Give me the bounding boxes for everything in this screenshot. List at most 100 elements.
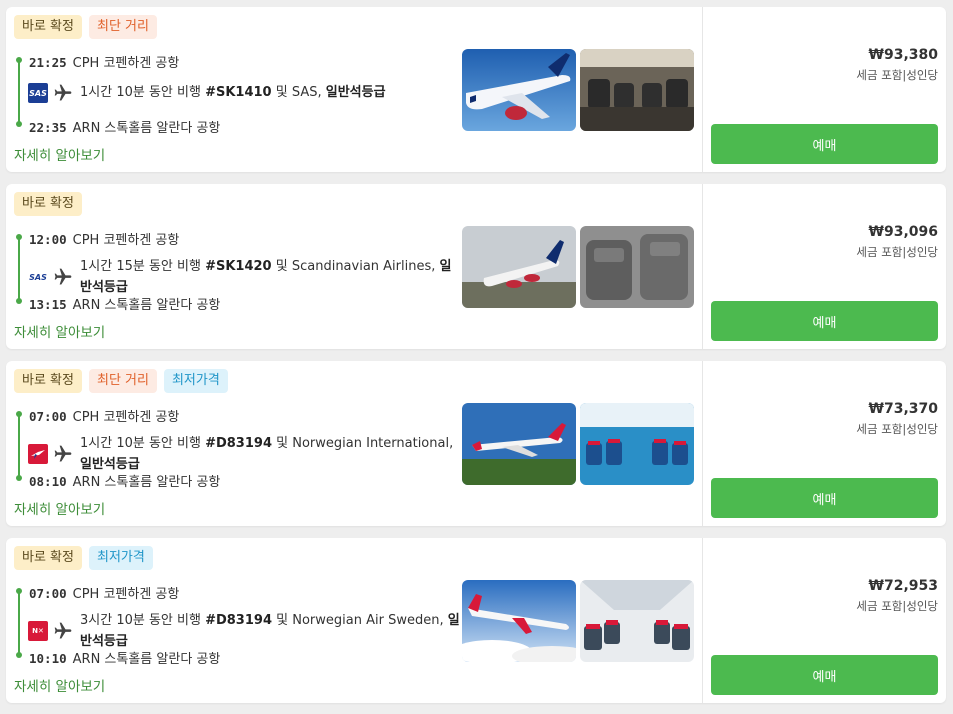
- aircraft-exterior-photo: [462, 226, 576, 308]
- flight-number: #SK1420: [205, 259, 272, 274]
- airline-logo-icon: SAS: [28, 83, 48, 103]
- flight-card: 바로 확정 최단 거리 21:25 CPH 코펜하겐 공항 SAS 1시간 10분…: [6, 7, 946, 172]
- flight-description: 1시간 15분 동안 비행 #SK1420 및 Scandinavian Air…: [80, 256, 462, 298]
- carrier-name: Scandinavian Airlines,: [291, 259, 436, 274]
- arrival: 13:15 ARN 스톡홀름 알란다 공항: [29, 294, 220, 313]
- flight-card: 바로 확정 12:00 CPH 코펜하겐 공항 SAS 1시간 15분 동안 비행…: [6, 184, 946, 349]
- route-timeline: [16, 57, 22, 127]
- price-note: 세금 포함|성인당: [856, 245, 938, 259]
- joiner: 및: [275, 85, 288, 100]
- cabin-interior-photo: [580, 226, 694, 308]
- aircraft-exterior-photo: [462, 580, 576, 662]
- airline-logo-icon: SAS: [28, 267, 48, 287]
- badge-shortest-distance: 최단 거리: [88, 369, 157, 393]
- carrier-name: Norwegian International,: [292, 436, 454, 451]
- airplane-icon: [54, 268, 72, 285]
- flight-description: 1시간 10분 동안 비행 #SK1410 및 SAS, 일반석등급: [80, 82, 462, 103]
- badge-instant-confirm: 바로 확정: [14, 15, 82, 39]
- price-note: 세금 포함|성인당: [856, 422, 938, 436]
- price: ₩73,370: [868, 401, 938, 417]
- details-link[interactable]: 자세히 알아보기: [14, 144, 105, 164]
- badge-instant-confirm: 바로 확정: [14, 192, 82, 216]
- flight-number: #D83194: [205, 436, 272, 451]
- book-button[interactable]: 예매: [711, 124, 938, 164]
- aircraft-exterior-photo: [462, 49, 576, 131]
- arrival-time: 08:10: [29, 474, 67, 489]
- airline-logo-icon: N✕: [28, 621, 48, 641]
- flight-description: 3시간 10분 동안 비행 #D83194 및 Norwegian Air Sw…: [80, 610, 462, 652]
- flight-number: #D83194: [205, 613, 272, 628]
- departure: 21:25 CPH 코펜하겐 공항: [29, 52, 179, 71]
- flight-card: 바로 확정 최저가격 07:00 CPH 코펜하겐 공항 N✕ 3시간 10분 동…: [6, 538, 946, 703]
- book-button[interactable]: 예매: [711, 301, 938, 341]
- cabin-interior-photo: [580, 49, 694, 131]
- badge-instant-confirm: 바로 확정: [14, 369, 82, 393]
- badge-row: 바로 확정 최단 거리 최저가격: [14, 369, 228, 393]
- departure-time: 07:00: [29, 409, 67, 424]
- flight-description: 1시간 10분 동안 비행 #D83194 및 Norwegian Intern…: [80, 433, 462, 475]
- airplane-icon: [54, 622, 72, 639]
- price-note: 세금 포함|성인당: [856, 68, 938, 82]
- arrival-time: 13:15: [29, 297, 67, 312]
- flight-duration: 1시간 15분 동안 비행: [80, 259, 201, 274]
- departure-airport: CPH 코펜하겐 공항: [72, 56, 180, 71]
- badge-row: 바로 확정 최단 거리: [14, 15, 157, 39]
- badge-lowest-price: 최저가격: [163, 369, 228, 393]
- arrival-airport: ARN 스톡홀름 알란다 공항: [72, 298, 221, 313]
- arrival: 22:35 ARN 스톡홀름 알란다 공항: [29, 117, 220, 136]
- airline-logo-icon: [28, 444, 48, 464]
- departure-airport: CPH 코펜하겐 공항: [72, 233, 180, 248]
- badge-instant-confirm: 바로 확정: [14, 546, 82, 570]
- departure-time: 12:00: [29, 232, 67, 247]
- departure: 07:00 CPH 코펜하겐 공항: [29, 583, 179, 602]
- carrier-name: SAS,: [291, 85, 322, 100]
- flight-info: 바로 확정 최저가격 07:00 CPH 코펜하겐 공항 N✕ 3시간 10분 동…: [6, 538, 702, 703]
- price-panel: ₩93,096 세금 포함|성인당 예매: [702, 184, 946, 349]
- book-button[interactable]: 예매: [711, 478, 938, 518]
- departure-time: 07:00: [29, 586, 67, 601]
- cabin-interior-photo: [580, 580, 694, 662]
- cabin-class: 일반석등급: [325, 85, 386, 100]
- price: ₩72,953: [868, 578, 938, 594]
- badge-shortest-distance: 최단 거리: [88, 15, 157, 39]
- carrier-name: Norwegian Air Sweden,: [292, 613, 444, 628]
- flight-info: 바로 확정 최단 거리 최저가격 07:00 CPH 코펜하겐 공항 1시간 10…: [6, 361, 702, 526]
- arrival: 10:10 ARN 스톡홀름 알란다 공항: [29, 648, 220, 667]
- cabin-interior-photo: [580, 403, 694, 485]
- price-note: 세금 포함|성인당: [856, 599, 938, 613]
- price: ₩93,096: [868, 224, 938, 240]
- arrival-time: 22:35: [29, 120, 67, 135]
- price-panel: ₩93,380 세금 포함|성인당 예매: [702, 7, 946, 172]
- flight-card: 바로 확정 최단 거리 최저가격 07:00 CPH 코펜하겐 공항 1시간 10…: [6, 361, 946, 526]
- arrival-airport: ARN 스톡홀름 알란다 공항: [72, 652, 221, 667]
- departure: 12:00 CPH 코펜하겐 공항: [29, 229, 179, 248]
- flight-duration: 3시간 10분 동안 비행: [80, 613, 201, 628]
- flight-duration: 1시간 10분 동안 비행: [80, 85, 201, 100]
- flight-info: 바로 확정 12:00 CPH 코펜하겐 공항 SAS 1시간 15분 동안 비행…: [6, 184, 702, 349]
- price: ₩93,380: [868, 47, 938, 63]
- badge-row: 바로 확정 최저가격: [14, 546, 153, 570]
- airplane-icon: [54, 445, 72, 462]
- arrival: 08:10 ARN 스톡홀름 알란다 공항: [29, 471, 220, 490]
- airplane-icon: [54, 84, 72, 101]
- details-link[interactable]: 자세히 알아보기: [14, 321, 105, 341]
- route-timeline: [16, 588, 22, 658]
- joiner: 및: [276, 613, 289, 628]
- details-link[interactable]: 자세히 알아보기: [14, 675, 105, 695]
- cabin-class: 일반석등급: [80, 457, 140, 472]
- price-panel: ₩73,370 세금 포함|성인당 예매: [702, 361, 946, 526]
- flight-info: 바로 확정 최단 거리 21:25 CPH 코펜하겐 공항 SAS 1시간 10분…: [6, 7, 702, 172]
- joiner: 및: [275, 259, 288, 274]
- aircraft-exterior-photo: [462, 403, 576, 485]
- departure-airport: CPH 코펜하겐 공항: [72, 410, 180, 425]
- book-button[interactable]: 예매: [711, 655, 938, 695]
- departure-time: 21:25: [29, 55, 67, 70]
- departure: 07:00 CPH 코펜하겐 공항: [29, 406, 179, 425]
- details-link[interactable]: 자세히 알아보기: [14, 498, 105, 518]
- flight-number: #SK1410: [205, 85, 272, 100]
- arrival-airport: ARN 스톡홀름 알란다 공항: [72, 475, 221, 490]
- arrival-time: 10:10: [29, 651, 67, 666]
- flight-duration: 1시간 10분 동안 비행: [80, 436, 201, 451]
- departure-airport: CPH 코펜하겐 공항: [72, 587, 180, 602]
- route-timeline: [16, 234, 22, 304]
